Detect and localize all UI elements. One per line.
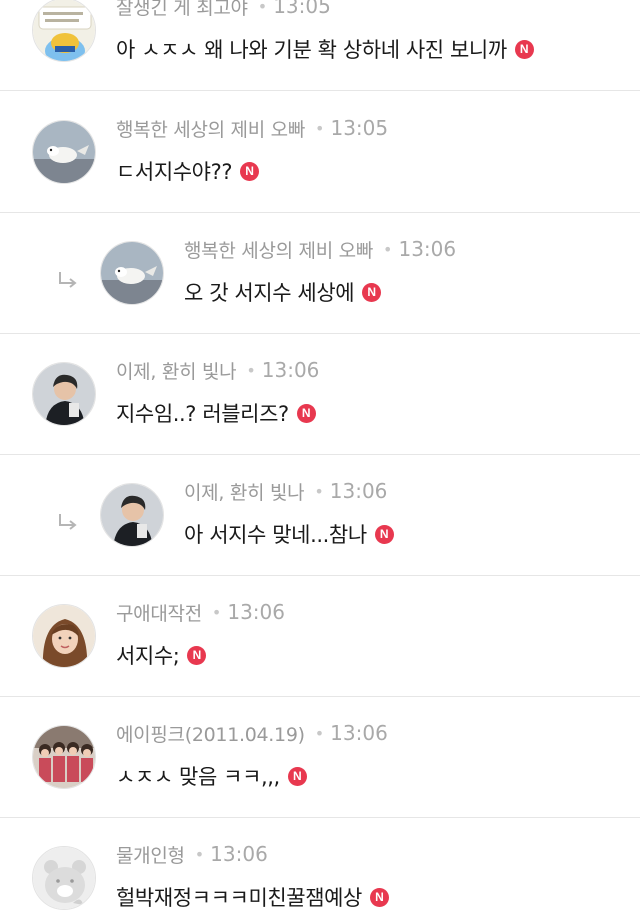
comment-time: 13:06 bbox=[329, 479, 388, 503]
bird-photo-avatar[interactable] bbox=[32, 120, 96, 184]
separator-dot: • bbox=[246, 360, 256, 380]
comment-time: 13:06 bbox=[227, 600, 285, 624]
new-badge-icon: N bbox=[296, 403, 316, 423]
comment-item: 에이핑크(2011.04.19) • 13:06 ㅅㅈㅅ 맞음 ㅋㅋ,,, N bbox=[0, 697, 640, 818]
comment-text: 오 갓 서지수 세상에 bbox=[184, 281, 355, 305]
comment-text: 아 ㅅㅈㅅ 왜 나와 기분 확 상하네 사진 보니까 bbox=[116, 38, 507, 62]
comment-time: 13:06 bbox=[330, 721, 388, 745]
new-badge-icon: N bbox=[240, 161, 260, 181]
reply-arrow-icon bbox=[59, 514, 77, 530]
person-photo-avatar[interactable] bbox=[100, 483, 164, 547]
comment-text: 지수임..? 러블리즈? bbox=[116, 402, 289, 426]
bird-photo-avatar[interactable] bbox=[100, 241, 164, 305]
comment-item: 구애대작전 • 13:06 서지수; N bbox=[0, 576, 640, 697]
comment-text: 서지수; bbox=[116, 644, 180, 668]
comment-time: 13:05 bbox=[330, 116, 389, 140]
group-photo-avatar[interactable] bbox=[32, 725, 96, 789]
new-badge-icon: N bbox=[187, 645, 207, 665]
separator-dot: • bbox=[211, 602, 222, 622]
comment-author[interactable]: 이제, 환히 빛나 bbox=[184, 478, 305, 505]
comment-time: 13:05 bbox=[273, 0, 331, 18]
comment-time: 13:06 bbox=[398, 237, 457, 261]
comment-list: 잘생긴 게 최고야 • 13:05 아 ㅅㅈㅅ 왜 나와 기분 확 상하네 사진… bbox=[0, 0, 640, 914]
comment-author[interactable]: 에이핑크(2011.04.19) bbox=[116, 720, 305, 747]
new-badge-icon: N bbox=[374, 524, 394, 544]
reply-arrow-icon bbox=[59, 272, 77, 288]
new-badge-icon: N bbox=[514, 39, 534, 59]
default-character-avatar[interactable] bbox=[32, 846, 96, 910]
comment-time: 13:06 bbox=[261, 358, 320, 382]
comment-time: 13:06 bbox=[210, 842, 268, 866]
comment-author[interactable]: 구애대작전 bbox=[116, 599, 202, 626]
separator-dot: • bbox=[383, 239, 393, 259]
comment-author[interactable]: 행복한 세상의 제비 오빠 bbox=[184, 236, 373, 263]
new-badge-icon: N bbox=[369, 887, 389, 907]
separator-dot: • bbox=[314, 481, 324, 501]
comment-text: ㄷ서지수야?? bbox=[116, 160, 233, 184]
reply-item: 행복한 세상의 제비 오빠 • 13:06 오 갓 서지수 세상에 N bbox=[0, 213, 640, 334]
separator-dot: • bbox=[315, 118, 325, 138]
comment-item: 이제, 환히 빛나 • 13:06 지수임..? 러블리즈? N bbox=[0, 334, 640, 455]
cartoon-avatar[interactable] bbox=[32, 0, 96, 62]
separator-dot: • bbox=[314, 723, 325, 743]
comment-author[interactable]: 물개인형 bbox=[116, 841, 185, 868]
comment-author[interactable]: 이제, 환히 빛나 bbox=[116, 357, 237, 384]
comment-item: 물개인형 • 13:06 헐박재정ㅋㅋㅋ미친꿀잼예상 N bbox=[0, 818, 640, 914]
woman-photo-avatar[interactable] bbox=[32, 604, 96, 668]
comment-item: 행복한 세상의 제비 오빠 • 13:05 ㄷ서지수야?? N bbox=[0, 92, 640, 213]
comment-author[interactable]: 잘생긴 게 최고야 bbox=[116, 0, 248, 20]
separator-dot: • bbox=[194, 844, 205, 864]
new-badge-icon: N bbox=[362, 282, 382, 302]
reply-item: 이제, 환히 빛나 • 13:06 아 서지수 맞네...참나 N bbox=[0, 455, 640, 576]
comment-author[interactable]: 행복한 세상의 제비 오빠 bbox=[116, 115, 305, 142]
comment-text: ㅅㅈㅅ 맞음 ㅋㅋ,,, bbox=[116, 765, 280, 789]
comment-text: 아 서지수 맞네...참나 bbox=[184, 523, 367, 547]
separator-dot: • bbox=[257, 0, 268, 16]
new-badge-icon: N bbox=[287, 766, 307, 786]
comment-text: 헐박재정ㅋㅋㅋ미친꿀잼예상 bbox=[116, 886, 362, 910]
person-photo-avatar[interactable] bbox=[32, 362, 96, 426]
comment-item: 잘생긴 게 최고야 • 13:05 아 ㅅㅈㅅ 왜 나와 기분 확 상하네 사진… bbox=[0, 0, 640, 91]
